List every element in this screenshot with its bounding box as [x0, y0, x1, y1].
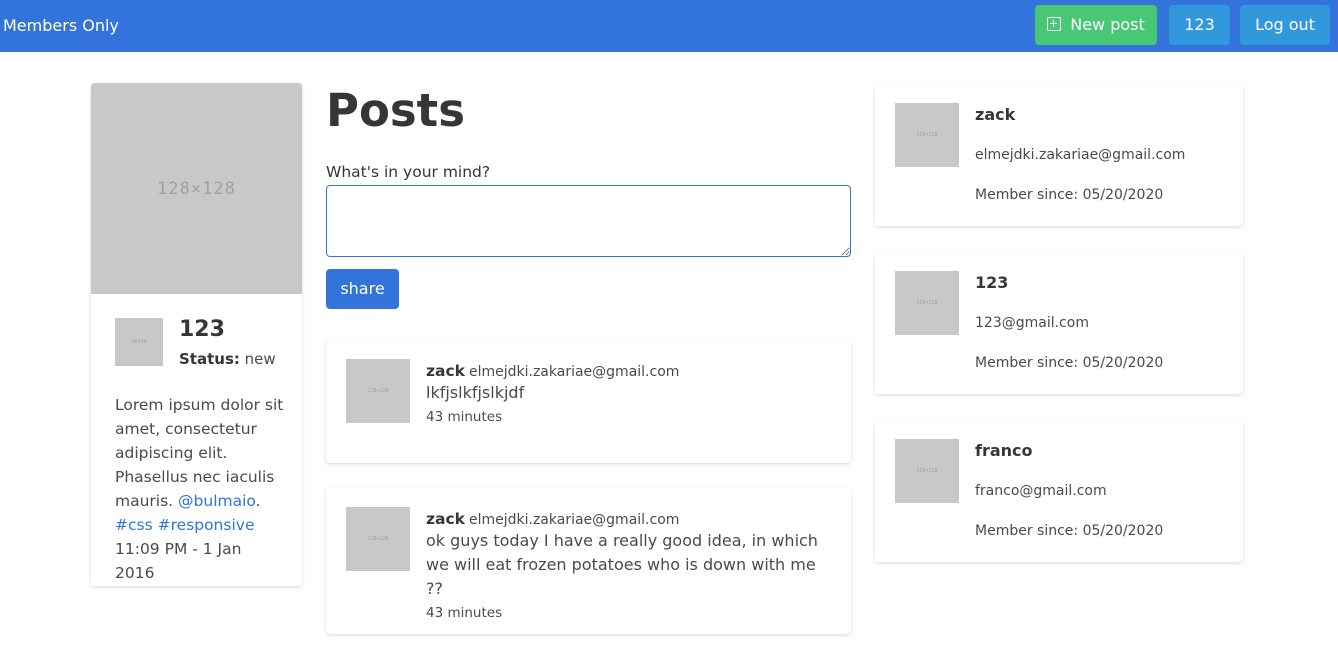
member-since: Member since: 05/20/2020: [975, 187, 1164, 203]
brand-link[interactable]: Members Only: [3, 0, 119, 52]
post-card: 128×128 zack elmejdki.zakariae@gmail.com …: [326, 487, 851, 634]
post-avatar: 128×128: [346, 359, 410, 423]
post-header: zack elmejdki.zakariae@gmail.com: [426, 509, 831, 528]
bio-tag-css-link[interactable]: #css: [115, 516, 153, 534]
logout-button[interactable]: Log out: [1240, 5, 1330, 45]
bio-tag-responsive-link[interactable]: #responsive: [158, 516, 255, 534]
post-avatar: 128×128: [346, 507, 410, 571]
post-email: elmejdki.zakariae@gmail.com: [468, 512, 680, 528]
member-since: Member since: 05/20/2020: [975, 355, 1164, 371]
post-body: zack elmejdki.zakariae@gmail.com ok guys …: [426, 509, 831, 621]
member-email: 123@gmail.com: [975, 315, 1089, 331]
member-card: 128×128 zack elmejdki.zakariae@gmail.com…: [875, 83, 1243, 226]
navbar: Members Only New post 123 Log out: [0, 0, 1338, 52]
member-since: Member since: 05/20/2020: [975, 523, 1164, 539]
member-email: elmejdki.zakariae@gmail.com: [975, 147, 1186, 163]
member-name[interactable]: franco: [975, 441, 1033, 460]
member-avatar: 128×128: [895, 271, 959, 335]
post-time: 43 minutes: [426, 605, 503, 621]
status-label: Status:: [179, 350, 240, 368]
new-post-label: New post: [1070, 15, 1145, 34]
profile-card: 128×128 96×96 123 Status: new Lorem ipsu…: [91, 83, 302, 586]
profile-image: 128×128: [91, 83, 302, 294]
post-card: 128×128 zack elmejdki.zakariae@gmail.com …: [326, 339, 851, 463]
post-form-label: What's in your mind?: [326, 163, 491, 181]
member-card: 128×128 123 123@gmail.com Member since: …: [875, 251, 1243, 394]
member-avatar: 128×128: [895, 439, 959, 503]
profile-name: 123: [179, 317, 225, 342]
status-value: new: [244, 350, 276, 368]
profile-avatar: 96×96: [115, 318, 163, 366]
post-author[interactable]: zack: [426, 362, 465, 380]
member-email: franco@gmail.com: [975, 483, 1107, 499]
user-profile-button[interactable]: 123: [1169, 5, 1230, 45]
bio-timestamp: 11:09 PM - 1 Jan 2016: [115, 540, 242, 582]
page-title: Posts: [326, 84, 465, 137]
member-avatar: 128×128: [895, 103, 959, 167]
bio-period: .: [255, 492, 261, 510]
profile-bio: Lorem ipsum dolor sit amet, consectetur …: [115, 393, 285, 585]
post-body: zack elmejdki.zakariae@gmail.com lkfjslkf…: [426, 361, 831, 425]
member-name[interactable]: 123: [975, 273, 1008, 292]
post-content: ok guys today I have a really good idea,…: [426, 531, 818, 598]
member-card: 128×128 franco franco@gmail.com Member s…: [875, 419, 1243, 562]
member-name[interactable]: zack: [975, 105, 1015, 124]
new-post-button[interactable]: New post: [1035, 5, 1157, 45]
post-time: 43 minutes: [426, 409, 503, 425]
bio-mention-link[interactable]: @bulmaio: [178, 492, 256, 510]
post-textarea[interactable]: [326, 185, 851, 257]
profile-status: Status: new: [179, 350, 276, 368]
plus-square-icon: [1047, 17, 1062, 31]
post-author[interactable]: zack: [426, 510, 465, 528]
post-content: lkfjslkfjslkjdf: [426, 383, 525, 402]
post-header: zack elmejdki.zakariae@gmail.com: [426, 361, 831, 380]
share-button[interactable]: share: [326, 269, 399, 309]
post-email: elmejdki.zakariae@gmail.com: [468, 364, 680, 380]
